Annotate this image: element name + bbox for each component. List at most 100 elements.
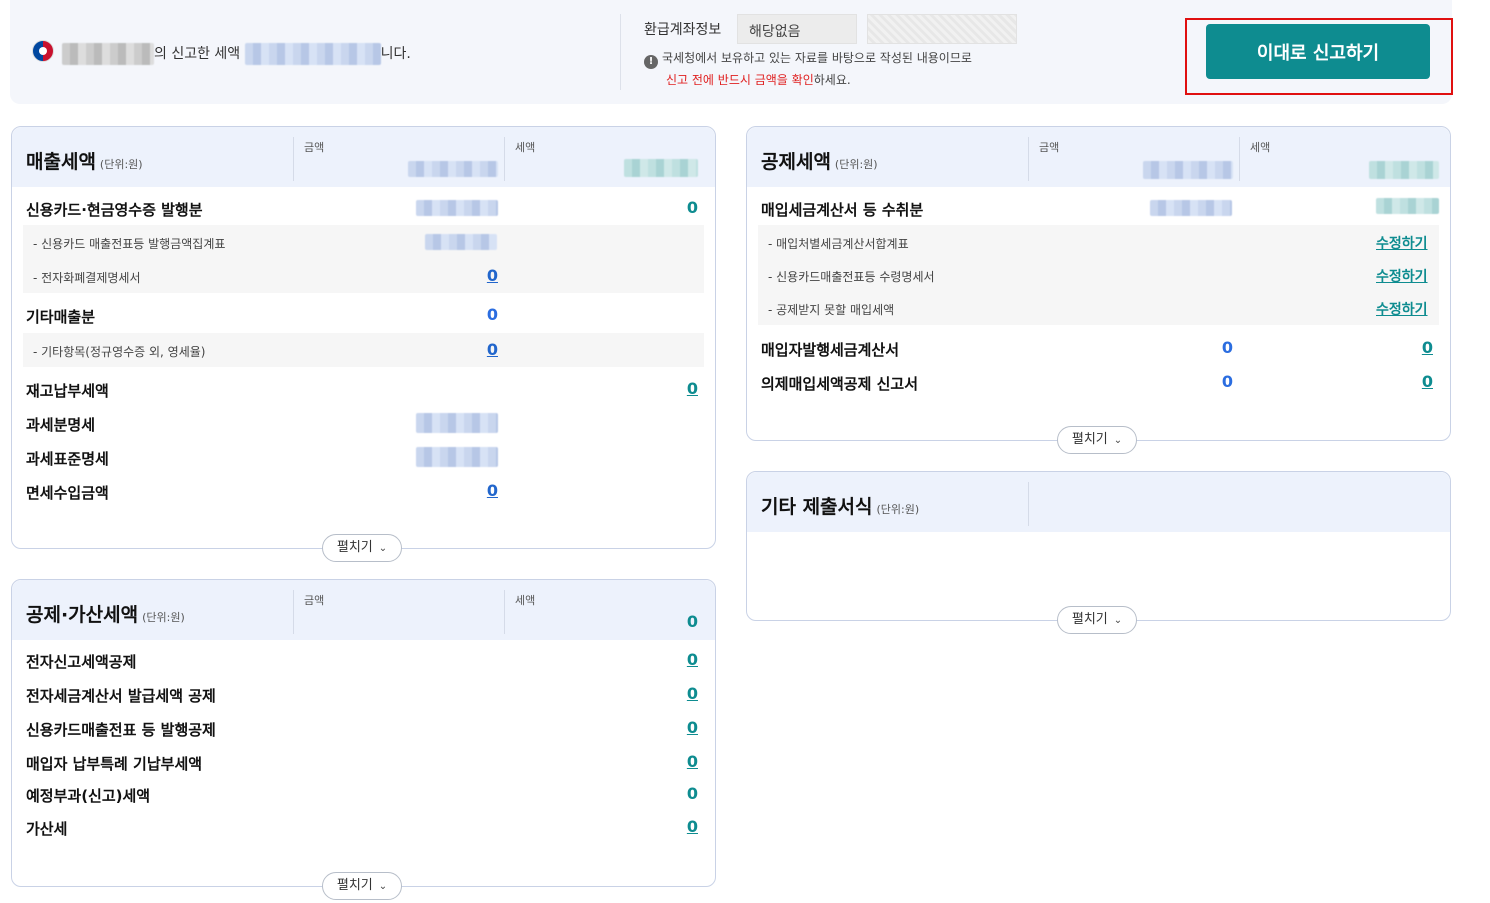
edit-link[interactable]: 수정하기 — [1376, 299, 1428, 319]
divider — [620, 14, 621, 90]
masked-value[interactable] — [416, 413, 498, 433]
row-amount: 0 — [1221, 338, 1233, 357]
masked-value[interactable] — [416, 447, 498, 467]
row-tax-link[interactable]: 0 — [1393, 372, 1433, 391]
row-exempt: 면세수입금액 0 — [12, 474, 715, 508]
expand-button[interactable]: 펼치기 ⌄ — [322, 872, 402, 900]
masked-value — [1150, 200, 1232, 216]
greeting-part-1: 의 신고한 세액 — [154, 46, 241, 62]
panel-header: 매출세액 (단위:원) 금액 세액 — [12, 127, 715, 187]
row-deemed-purchase: 의제매입세액공제 신고서 0 0 — [747, 365, 1450, 399]
row-label: 매입자발행세금계산서 — [761, 341, 900, 359]
row-purchase-invoice: 매입세금계산서 등 수취분 — [747, 191, 1450, 225]
greeting-text: 의 신고한 세액 니다. — [62, 43, 411, 65]
row-label: - 기타항목(정규영수증 외, 영세율) — [33, 345, 206, 359]
row-card-issued: 신용카드·현금영수증 발행분 0 — [12, 191, 715, 225]
masked-value — [425, 234, 497, 250]
column-amount: 금액 — [1039, 141, 1060, 154]
row-tax-detail: 과세분명세 — [12, 406, 715, 440]
panel-header: 공제·가산세액 (단위:원) 금액 세액 0 — [12, 580, 715, 640]
masked-value — [408, 161, 498, 177]
row-tax-link[interactable]: 0 — [658, 379, 698, 398]
column-tax: 세액 — [515, 141, 536, 154]
info-icon: ! — [644, 55, 658, 69]
header-divider — [1028, 482, 1029, 526]
row-penalty: 가산세 0 — [12, 810, 715, 844]
column-tax: 세액 — [515, 594, 536, 607]
row-label: - 신용카드매출전표등 수령명세서 — [768, 270, 935, 284]
expand-button[interactable]: 펼치기 ⌄ — [322, 534, 402, 562]
row-label: 면세수입금액 — [26, 484, 109, 502]
other-forms-panel: 기타 제출서식 (단위:원) 펼치기 ⌄ — [746, 471, 1451, 634]
row-label: - 매입처별세금계산서합계표 — [768, 237, 909, 251]
panel-title-text: 매출세액 — [26, 151, 96, 173]
row-label: 전자세금계산서 발급세액 공제 — [26, 687, 216, 705]
row-label: 기타매출분 — [26, 308, 96, 326]
unit-label: (단위:원) — [876, 503, 920, 516]
row-purchase-sub1: - 매입처별세금계산서합계표 수정하기 — [758, 225, 1439, 259]
refund-account-label: 환급계좌정보 — [644, 22, 722, 38]
expand-label: 펼치기 — [336, 540, 373, 555]
row-tax: 0 — [686, 198, 698, 217]
row-label: 재고납부세액 — [26, 382, 109, 400]
row-other-sub: - 기타항목(정규영수증 외, 영세율) 0 — [23, 333, 704, 367]
government-emblem-icon — [32, 40, 54, 62]
row-card-sub1: - 신용카드 매출전표등 발행금액집계표 — [23, 225, 704, 259]
row-amount-link[interactable]: 0 — [458, 266, 498, 285]
row-label: - 전자화폐결제명세서 — [33, 271, 141, 285]
row-std-detail: 과세표준명세 — [12, 440, 715, 474]
chevron-down-icon: ⌄ — [1113, 615, 1123, 626]
row-amount: 0 — [1221, 372, 1233, 391]
notice-line1: 국세청에서 보유하고 있는 자료를 바탕으로 작성된 내용이므로 — [662, 51, 972, 65]
header-divider — [293, 137, 294, 181]
row-tax-link[interactable]: 0 — [658, 817, 698, 836]
panel-header: 기타 제출서식 (단위:원) — [747, 472, 1450, 532]
column-amount: 금액 — [304, 141, 325, 154]
header-divider — [1239, 137, 1240, 181]
row-tax-link[interactable]: 0 — [1393, 338, 1433, 357]
expand-button[interactable]: 펼치기 ⌄ — [1057, 606, 1137, 634]
unit-label: (단위:원) — [99, 158, 143, 171]
row-purchase-sub2: - 신용카드매출전표등 수령명세서 수정하기 — [758, 258, 1439, 292]
masked-value — [1369, 161, 1439, 179]
expand-label: 펼치기 — [336, 878, 373, 893]
refund-account-number-field — [867, 14, 1017, 44]
expand-button[interactable]: 펼치기 ⌄ — [1057, 426, 1137, 454]
edit-link[interactable]: 수정하기 — [1376, 233, 1428, 253]
row-card-sub2: - 전자화폐결제명세서 0 — [23, 259, 704, 293]
edit-link[interactable]: 수정하기 — [1376, 266, 1428, 286]
unit-label: (단위:원) — [142, 611, 185, 624]
unit-label: (단위:원) — [834, 158, 878, 171]
submit-button[interactable]: 이대로 신고하기 — [1206, 24, 1430, 79]
panel-header: 공제세액 (단위:원) 금액 세액 — [747, 127, 1450, 187]
row-tax-link[interactable]: 0 — [658, 718, 698, 737]
row-purchase-sub3: - 공제받지 못할 매입세액 수정하기 — [758, 291, 1439, 325]
row-inventory: 재고납부세액 0 — [12, 372, 715, 406]
notice-text: ! 국세청에서 보유하고 있는 자료를 바탕으로 작성된 내용이므로 신고 전에 … — [644, 47, 972, 91]
row-tax-link[interactable]: 0 — [658, 684, 698, 703]
header-divider — [504, 590, 505, 634]
row-label: 가산세 — [26, 820, 68, 838]
total-tax: 0 — [686, 612, 698, 631]
row-label: 과세표준명세 — [26, 450, 109, 468]
row-amount-link[interactable]: 0 — [458, 481, 498, 500]
row-tax-link[interactable]: 0 — [658, 650, 698, 669]
row-tax: 0 — [686, 784, 698, 803]
row-e-filing-credit: 전자신고세액공제 0 — [12, 643, 715, 677]
row-card-credit: 신용카드매출전표 등 발행공제 0 — [12, 711, 715, 745]
panel-title: 기타 제출서식 (단위:원) — [761, 492, 919, 519]
row-amount: 0 — [486, 305, 498, 324]
panel-title: 공제·가산세액 (단위:원) — [26, 600, 185, 627]
expand-label: 펼치기 — [1071, 612, 1108, 627]
chevron-down-icon: ⌄ — [378, 543, 388, 554]
notice-end: 하세요. — [813, 73, 851, 87]
row-e-invoice-credit: 전자세금계산서 발급세액 공제 0 — [12, 677, 715, 711]
masked-value — [416, 200, 498, 216]
header-divider — [504, 137, 505, 181]
row-scheduled-tax: 예정부과(신고)세액 0 — [12, 777, 715, 811]
row-tax-link[interactable]: 0 — [658, 752, 698, 771]
panel-title-text: 공제·가산세액 — [26, 604, 139, 626]
row-amount-link[interactable]: 0 — [458, 340, 498, 359]
column-tax: 세액 — [1250, 141, 1271, 154]
row-buyer-special: 매입자 납부특례 기납부세액 0 — [12, 745, 715, 779]
